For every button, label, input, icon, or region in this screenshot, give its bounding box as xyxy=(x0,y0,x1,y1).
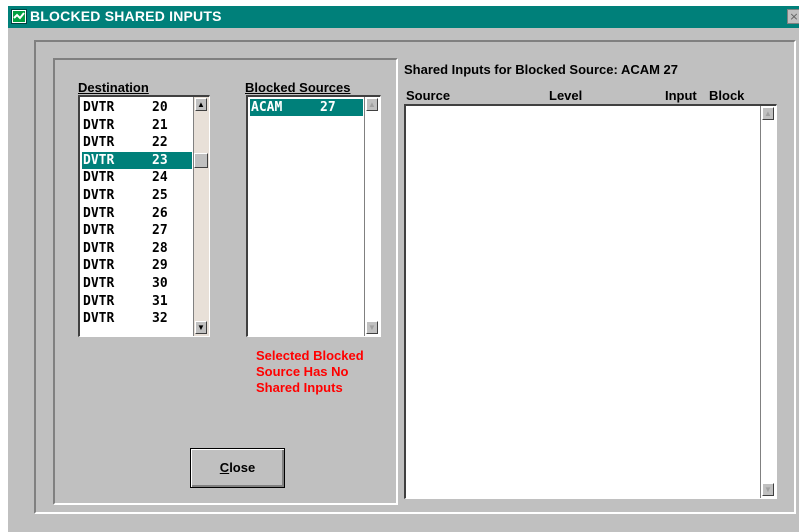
blocked-sources-scrollbar[interactable]: ▲ ▼ xyxy=(364,97,380,336)
window-close-icon[interactable]: × xyxy=(787,9,799,24)
destination-list-item[interactable]: DVTR 31 xyxy=(82,293,192,310)
destination-item-number: 25 xyxy=(152,188,168,203)
destination-list-item[interactable]: DVTR 27 xyxy=(82,222,192,239)
destination-item-number: 32 xyxy=(152,311,168,327)
no-shared-inputs-warning: Selected Blocked Source Has No Shared In… xyxy=(256,348,364,395)
scroll-down-icon[interactable]: ▼ xyxy=(762,483,774,496)
destination-list-item[interactable]: DVTR 32 xyxy=(82,310,192,327)
destination-listbox[interactable]: DVTR 32 DVTR 31 DVTR 30 DVTR 29 DVTR 28 DVTR 27 DVTR… xyxy=(78,95,210,337)
destination-list-item[interactable]: DVTR 24 xyxy=(82,169,192,186)
destination-item-name: DVTR xyxy=(83,135,115,151)
scroll-thumb[interactable] xyxy=(194,153,208,168)
column-header-level: Level xyxy=(549,88,583,103)
destination-item-number: 26 xyxy=(152,205,168,221)
destination-item-number: 24 xyxy=(152,170,168,186)
destination-list-item[interactable]: DVTR 29 xyxy=(82,257,192,274)
destination-label: Destination xyxy=(78,80,149,95)
destination-list-item[interactable]: DVTR 21 xyxy=(82,117,192,134)
destination-item-name: DVTR xyxy=(83,311,115,327)
destination-item-name: DVTR xyxy=(83,223,115,239)
blocked-source-list-item[interactable]: ACAM 27 xyxy=(250,99,363,116)
close-button-mnemonic: C xyxy=(219,460,230,475)
destination-item-number: 27 xyxy=(152,223,168,239)
destination-item-number: 28 xyxy=(152,240,168,256)
scroll-up-icon[interactable]: ▲ xyxy=(195,98,207,111)
column-header-input: Input xyxy=(665,88,697,103)
destination-item-number: 31 xyxy=(152,293,168,309)
destination-list-item[interactable]: DVTR 25 xyxy=(82,187,192,204)
scroll-down-icon[interactable]: ▼ xyxy=(366,321,378,334)
dialog-window: BLOCKED SHARED INPUTS × Destination DVTR… xyxy=(8,6,799,532)
scroll-up-icon[interactable]: ▲ xyxy=(366,98,378,111)
destination-item-number: 21 xyxy=(152,117,168,133)
destination-list-item[interactable]: DVTR 20 xyxy=(82,99,192,116)
column-header-source: Source xyxy=(406,88,451,103)
destination-item-name: DVTR xyxy=(83,258,115,274)
destination-item-name: DVTR xyxy=(83,117,115,133)
destination-item-name: DVTR xyxy=(83,170,115,186)
destination-list-item[interactable]: DVTR 30 xyxy=(82,275,192,292)
destination-item-name: DVTR xyxy=(83,205,115,221)
blocked-source-item-name: ACAM xyxy=(251,100,283,115)
blocked-sources-listbox[interactable]: ACAM 27 ▲ ▼ xyxy=(246,95,381,337)
scroll-up-icon[interactable]: ▲ xyxy=(762,107,774,120)
destination-item-name: DVTR xyxy=(83,293,115,309)
destination-list-item[interactable]: DVTR 28 xyxy=(82,240,192,257)
shared-inputs-listbox[interactable]: ▲ ▼ xyxy=(404,104,777,499)
destination-item-number: 30 xyxy=(152,276,168,291)
shared-inputs-title: Shared Inputs for Blocked Source: ACAM 2… xyxy=(404,62,679,77)
destination-scrollbar[interactable]: ▲ ▼ xyxy=(193,97,209,336)
destination-item-number: 20 xyxy=(152,100,168,115)
app-icon xyxy=(11,9,27,24)
destination-item-name: DVTR xyxy=(83,276,115,291)
close-button[interactable]: Close xyxy=(190,448,285,488)
destination-list-item[interactable]: DVTR 22 xyxy=(82,134,192,151)
title-bar[interactable]: BLOCKED SHARED INPUTS × xyxy=(8,6,799,28)
destination-item-name: DVTR xyxy=(83,152,115,168)
scroll-down-icon[interactable]: ▼ xyxy=(195,321,207,334)
destination-item-name: DVTR xyxy=(83,240,115,256)
blocked-source-item-number: 27 xyxy=(320,100,336,115)
destination-list-item[interactable]: DVTR 23 xyxy=(82,151,192,169)
destination-item-name: DVTR xyxy=(83,188,115,203)
destination-item-number: 29 xyxy=(152,258,168,274)
blocked-sources-label: Blocked Sources xyxy=(245,80,351,95)
destination-list-item[interactable]: DVTR 26 xyxy=(82,205,192,222)
column-header-block: Block xyxy=(709,88,745,103)
destination-item-number: 22 xyxy=(152,135,168,151)
shared-inputs-scrollbar[interactable]: ▲ ▼ xyxy=(760,106,776,498)
destination-item-name: DVTR xyxy=(83,100,115,115)
window-title: BLOCKED SHARED INPUTS xyxy=(30,8,222,24)
close-button-label: lose xyxy=(229,460,256,475)
destination-item-number: 23 xyxy=(152,152,168,168)
